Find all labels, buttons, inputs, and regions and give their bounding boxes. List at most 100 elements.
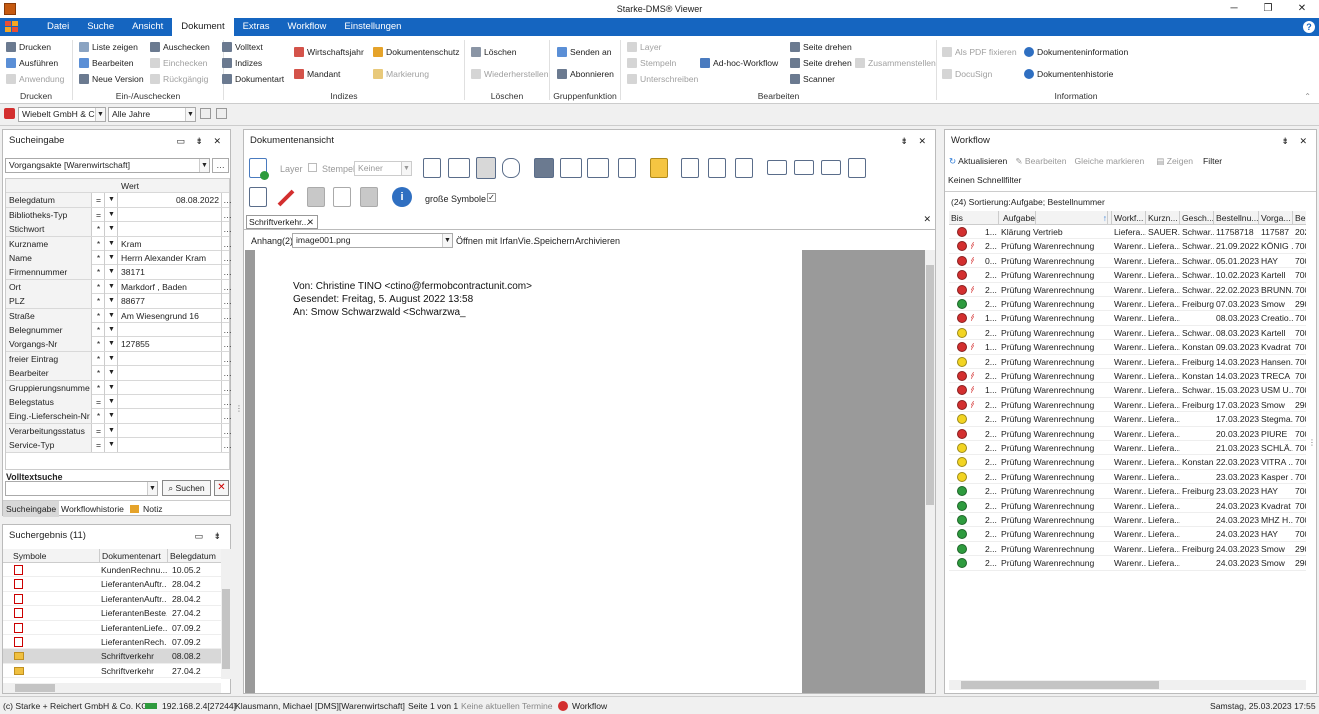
field-value-input[interactable]	[119, 366, 221, 380]
field-value-input[interactable]	[119, 323, 221, 337]
field-more-button[interactable]: …	[221, 279, 233, 294]
document-pages-icon[interactable]	[333, 187, 351, 207]
field-more-button[interactable]: …	[221, 337, 233, 352]
operator-dropdown-icon[interactable]: ▼	[106, 207, 118, 222]
splitter-grip[interactable]: ⋮	[235, 404, 243, 413]
large-icons-checkbox[interactable]: ✓	[487, 193, 496, 202]
workflow-row[interactable]: 1...Klärung VertriebLiefera...SAUER...Sc…	[949, 225, 1306, 240]
close-button[interactable]: ✕	[1285, 0, 1319, 18]
form-icon[interactable]	[848, 158, 866, 178]
field-operator[interactable]: *	[93, 308, 105, 323]
pdf-fix-button[interactable]: Als PDF fixieren	[942, 47, 1017, 57]
field-operator[interactable]: =	[93, 395, 105, 409]
workflow-row[interactable]: 2... Prüfung Warenrechnung Warenr... Liefer…	[949, 470, 1306, 485]
filter-none[interactable]: Keinen	[948, 175, 975, 185]
filter-button[interactable]: Filter	[1203, 156, 1222, 167]
operator-dropdown-icon[interactable]: ▼	[106, 337, 118, 352]
checkin-button[interactable]: Einchecken	[150, 58, 207, 68]
field-more-button[interactable]: …	[221, 366, 233, 381]
col-workflow[interactable]: Workf...	[1112, 211, 1146, 225]
field-operator[interactable]: *	[93, 222, 105, 237]
filter-icon[interactable]	[4, 108, 15, 119]
operator-dropdown-icon[interactable]: ▼	[106, 265, 118, 280]
col-geschaeft[interactable]: Gesch...	[1180, 211, 1214, 225]
edit-workflow-button[interactable]: ✎ Bearbeiten	[1015, 156, 1066, 167]
field-operator[interactable]: =	[93, 193, 105, 208]
operator-dropdown-icon[interactable]: ▼	[106, 251, 118, 265]
field-value-input[interactable]: 38171	[119, 265, 221, 279]
result-row[interactable]: KundenRechnu... 10.05.2	[3, 563, 221, 578]
copy-icon[interactable]	[200, 108, 211, 119]
sign-button[interactable]: Unterschreiben	[627, 74, 698, 84]
hand-tool-icon[interactable]	[502, 158, 520, 178]
field-value-input[interactable]	[119, 208, 221, 222]
edit-document-icon[interactable]	[618, 158, 636, 178]
scroll-thumb[interactable]	[926, 265, 934, 505]
checkout-button[interactable]: Auschecken	[150, 42, 210, 52]
field-operator[interactable]: *	[93, 236, 105, 251]
field-more-button[interactable]: …	[221, 222, 233, 237]
fulltext-button[interactable]: Volltext	[222, 42, 263, 52]
workflow-row[interactable]: ⁄⁄ 2... Prüfung Warenrechnung Warenr... Lief…	[949, 398, 1306, 413]
search-button[interactable]: ⌕ Suchen	[162, 480, 211, 496]
app-logo-icon[interactable]	[0, 18, 24, 36]
col-belegdatum[interactable]: Belegdatum	[167, 549, 216, 563]
workflow-row[interactable]: 2... Prüfung Warenrechnung Warenr... Liefer…	[949, 441, 1306, 456]
annotation-icon[interactable]	[650, 158, 668, 178]
scroll-thumb[interactable]	[961, 681, 1159, 689]
col-bis[interactable]: Bis	[949, 211, 999, 225]
year-combo[interactable]: Alle Jahre ▼	[108, 107, 196, 122]
workflow-row[interactable]: 2... Prüfung Warenrechnung Warenr... Liefer…	[949, 484, 1306, 499]
operator-dropdown-icon[interactable]: ▼	[106, 395, 118, 409]
workflow-row[interactable]: 2... Prüfung Warenrechnung Warenr... Liefer…	[949, 556, 1306, 571]
field-value-input[interactable]: Herrn Alexander Kram	[119, 251, 221, 265]
operator-dropdown-icon[interactable]: ▼	[106, 294, 118, 309]
rotate-left-button[interactable]: Seite drehen	[790, 42, 852, 52]
operator-dropdown-icon[interactable]: ▼	[106, 423, 118, 438]
mail-icon[interactable]	[767, 160, 787, 175]
workflow-row[interactable]: ⁄⁄ 1... Prüfung Warenrechnung Warenr... Lief…	[949, 311, 1306, 326]
workflow-row[interactable]: 2... Prüfung Warenrechnung Warenr... Liefer…	[949, 268, 1306, 283]
result-row[interactable]: LieferantenBeste... 27.04.2	[3, 606, 221, 621]
delete-button[interactable]: Löschen	[471, 47, 517, 57]
restore-button[interactable]: Wiederherstellen	[471, 69, 548, 79]
mark-same-button[interactable]: Gleiche markieren	[1075, 156, 1145, 167]
col-beleg[interactable]: Bel	[1293, 211, 1306, 225]
tab-workflowhistorie[interactable]: Workflowhistorie	[61, 501, 124, 517]
list-show-button[interactable]: Liste zeigen	[79, 42, 138, 52]
help-icon[interactable]: ?	[1303, 21, 1315, 33]
new-version-button[interactable]: Neue Version	[79, 74, 144, 84]
field-value-input[interactable]: Markdorf , Baden	[119, 280, 221, 294]
field-more-button[interactable]: …	[221, 294, 233, 309]
col-dokumentart[interactable]: Dokumentenart	[99, 549, 161, 563]
sign-document-icon[interactable]	[249, 187, 267, 207]
close-doc-icon[interactable]: ✕	[923, 214, 931, 225]
field-more-button[interactable]: …	[221, 193, 233, 208]
workflow-row[interactable]: ⁄⁄ 0... Prüfung Warenrechnung Warenr... Lief…	[949, 254, 1306, 269]
field-more-button[interactable]: …	[221, 351, 233, 366]
operator-dropdown-icon[interactable]: ▼	[106, 236, 118, 251]
field-value-input[interactable]: 127855	[119, 337, 221, 351]
quick-filter[interactable]: Schnellfilter	[977, 175, 1021, 185]
result-row[interactable]: LieferantenAuftr... 28.04.2	[3, 577, 221, 592]
operator-dropdown-icon[interactable]: ▼	[106, 222, 118, 237]
field-more-button[interactable]: …	[221, 207, 233, 222]
field-operator[interactable]: *	[93, 251, 105, 265]
mail-forward-icon[interactable]	[794, 160, 814, 175]
collapse-ribbon-icon[interactable]: ⌃	[1304, 92, 1311, 101]
field-value-input[interactable]	[119, 381, 221, 395]
menu-tab-datei[interactable]: Datei	[38, 18, 78, 36]
status-termine[interactable]: Keine aktuellen Termine	[461, 697, 553, 714]
operator-dropdown-icon[interactable]: ▼	[106, 366, 118, 381]
execute-button[interactable]: Ausführen	[6, 58, 58, 68]
info-icon[interactable]: i	[392, 187, 412, 207]
field-value-input[interactable]: 88677	[119, 294, 221, 308]
application-button[interactable]: Anwendung	[6, 74, 64, 84]
maximize-button[interactable]: ❐	[1251, 0, 1285, 18]
document-type-button[interactable]: Dokumentart	[222, 74, 284, 84]
pen-red-icon[interactable]	[276, 188, 296, 208]
slideshow-icon[interactable]	[587, 158, 609, 178]
field-operator[interactable]: =	[93, 438, 105, 453]
operator-dropdown-icon[interactable]: ▼	[106, 409, 118, 424]
layer-button[interactable]: Layer	[627, 42, 662, 52]
